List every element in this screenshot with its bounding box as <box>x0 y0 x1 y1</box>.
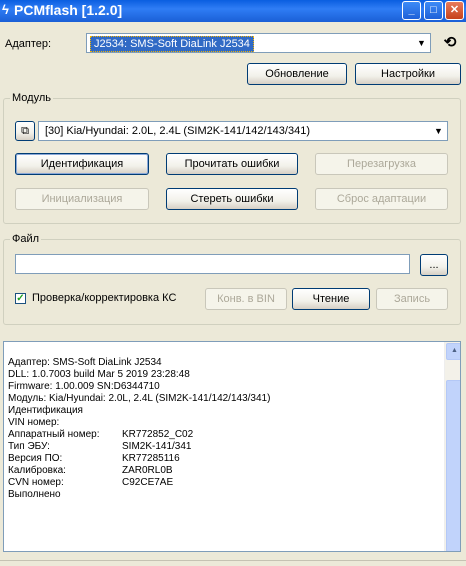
log-line: VIN номер: <box>8 417 60 428</box>
log-key: Калибровка: <box>8 465 66 476</box>
adapter-select[interactable]: J2534: SMS-Soft DiaLink J2534 ▼ <box>86 33 431 53</box>
log-line: Идентификация <box>8 405 83 416</box>
module-select-value: [30] Kia/Hyundai: 2.0L, 2.4L (SIM2K-141/… <box>45 125 310 137</box>
checksum-checkbox[interactable]: ✓ <box>15 293 26 304</box>
browse-button[interactable]: ... <box>420 254 448 276</box>
log-value: C92CE7AE <box>122 477 174 488</box>
copy-module-button[interactable]: ⧉ <box>15 121 35 141</box>
file-path-input[interactable] <box>15 254 410 274</box>
write-button[interactable]: Запись <box>376 288 448 310</box>
status-strip <box>0 560 466 566</box>
file-group <box>3 239 461 325</box>
convert-bin-button[interactable]: Конв. в BIN <box>205 288 287 310</box>
log-row: CVN номер: C92CE7AE <box>8 477 438 489</box>
reset-adaptation-button[interactable]: Сброс адаптации <box>315 188 448 210</box>
settings-button[interactable]: Настройки <box>355 63 461 85</box>
log-key: Тип ЭБУ: <box>8 441 50 452</box>
log-value: KR772852_C02 <box>122 429 194 440</box>
log-line: Выполнено <box>8 489 61 500</box>
chevron-down-icon[interactable]: ▼ <box>414 35 429 51</box>
log-value: KR77285116 <box>122 453 180 464</box>
log-line: Адаптер: SMS-Soft DiaLink J2534 <box>8 357 162 368</box>
log-panel[interactable]: Адаптер: SMS-Soft DiaLink J2534 DLL: 1.0… <box>3 341 461 552</box>
scroll-thumb[interactable] <box>446 380 460 551</box>
minimize-button[interactable]: _ <box>402 1 421 20</box>
module-legend: Модуль <box>10 92 53 104</box>
log-row: Версия ПО: KR77285116 <box>8 453 438 465</box>
log-key: Версия ПО: <box>8 453 63 464</box>
refresh-icon[interactable]: ⟲ <box>440 33 460 53</box>
log-content: Адаптер: SMS-Soft DiaLink J2534 DLL: 1.0… <box>8 357 438 501</box>
file-legend: Файл <box>10 233 42 245</box>
title-bar[interactable]: ϟ PCMflash [1.2.0] _ □ ✕ <box>0 0 466 22</box>
log-value: SIM2K-141/341 <box>122 441 192 452</box>
log-row: Тип ЭБУ: SIM2K-141/341 <box>8 441 438 453</box>
read-errors-button[interactable]: Прочитать ошибки <box>166 153 298 175</box>
windows-icon: ⧉ <box>21 125 29 137</box>
update-button[interactable]: Обновление <box>247 63 347 85</box>
clear-errors-button[interactable]: Стереть ошибки <box>166 188 298 210</box>
log-row: Аппаратный номер: KR772852_C02 <box>8 429 438 441</box>
checksum-label: Проверка/корректировка КС <box>32 292 177 304</box>
identify-button[interactable]: Идентификация <box>15 153 149 175</box>
adapter-select-value: J2534: SMS-Soft DiaLink J2534 <box>90 36 254 52</box>
log-row: Калибровка: ZAR0RL0B <box>8 465 438 477</box>
maximize-button[interactable]: □ <box>424 1 443 20</box>
read-button[interactable]: Чтение <box>292 288 370 310</box>
log-line: Модуль: Kia/Hyundai: 2.0L, 2.4L (SIM2K-1… <box>8 393 271 404</box>
scroll-up-icon[interactable]: ▲ <box>446 343 460 360</box>
init-button[interactable]: Инициализация <box>15 188 149 210</box>
log-line: Firmware: 1.00.009 SN:D6344710 <box>8 381 160 392</box>
window-title: PCMflash [1.2.0] <box>14 2 123 18</box>
log-scrollbar[interactable]: ▲ <box>444 342 460 551</box>
log-value: ZAR0RL0B <box>122 465 173 476</box>
chevron-down-icon[interactable]: ▼ <box>431 123 446 139</box>
log-key: CVN номер: <box>8 477 64 488</box>
module-select[interactable]: [30] Kia/Hyundai: 2.0L, 2.4L (SIM2K-141/… <box>38 121 448 141</box>
log-key: Аппаратный номер: <box>8 429 100 440</box>
adapter-label: Адаптер: <box>5 38 52 50</box>
log-line: DLL: 1.0.7003 build Mar 5 2019 23:28:48 <box>8 369 190 380</box>
reboot-button[interactable]: Перезагрузка <box>315 153 448 175</box>
lightning-icon: ϟ <box>2 2 9 17</box>
close-button[interactable]: ✕ <box>445 1 464 20</box>
